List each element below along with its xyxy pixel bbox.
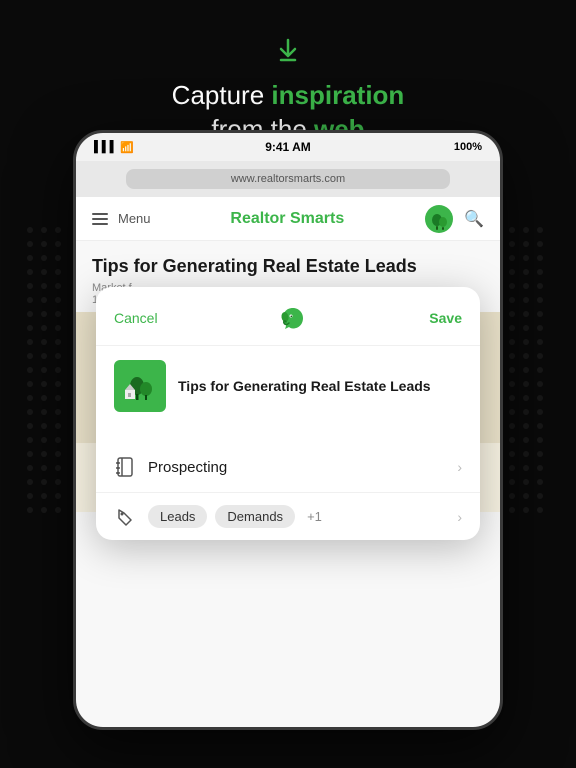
search-icon-nav[interactable]: 🔍	[464, 209, 484, 229]
notebook-svg-icon	[116, 457, 134, 477]
tags-extra-count: +1	[307, 509, 322, 524]
notebook-icon	[114, 456, 136, 478]
notebook-label: Prospecting	[148, 459, 457, 476]
headline-text-1: Capture	[172, 80, 272, 110]
evernote-icon	[276, 301, 310, 335]
tag-icon	[114, 506, 136, 528]
tag-leads: Leads	[148, 505, 207, 528]
site-menu-button[interactable]: Menu	[92, 211, 151, 226]
article-title: Tips for Generating Real Estate Leads	[92, 255, 484, 278]
clip-thumb-icon	[120, 366, 160, 406]
clip-thumbnail	[114, 360, 166, 412]
dialog-body: Tips for Generating Real Estate Leads	[96, 346, 480, 442]
url-bar[interactable]: www.realtorsmarts.com	[126, 169, 450, 189]
site-title: Realtor Smarts	[230, 210, 344, 228]
website-content: Menu Realtor Smarts 🔍	[76, 197, 500, 727]
battery-area: 100%	[454, 141, 482, 153]
notebook-row[interactable]: Prospecting ›	[96, 442, 480, 493]
tags-chevron-icon: ›	[457, 509, 462, 525]
url-text: www.realtorsmarts.com	[231, 173, 345, 185]
left-dots-decoration	[22, 220, 72, 520]
signal-wifi-area: ▌▌▌ 📶	[94, 141, 134, 154]
tags-list: Leads Demands +1	[148, 505, 457, 528]
hamburger-icon	[92, 213, 108, 225]
download-icon	[0, 36, 576, 71]
notebook-chevron-icon: ›	[457, 459, 462, 475]
tablet-frame: ▌▌▌ 📶 9:41 AM 100% www.realtorsmarts.com	[73, 130, 503, 730]
tag-svg-icon	[117, 508, 133, 526]
tablet-device: ▌▌▌ 📶 9:41 AM 100% www.realtorsmarts.com	[73, 130, 503, 730]
signal-icon: ▌▌▌	[94, 141, 117, 153]
site-logo-icon	[424, 204, 454, 234]
save-dialog: Cancel Save	[96, 287, 480, 540]
status-time: 9:41 AM	[265, 140, 311, 154]
wifi-icon: 📶	[120, 141, 134, 154]
browser-bar: www.realtorsmarts.com	[76, 161, 500, 197]
site-nav: Menu Realtor Smarts 🔍	[76, 197, 500, 241]
clip-title: Tips for Generating Real Estate Leads	[178, 377, 431, 395]
headline-highlight-1: inspiration	[271, 80, 404, 110]
right-dots-decoration	[504, 220, 554, 520]
tags-row[interactable]: Leads Demands +1 ›	[96, 493, 480, 540]
save-button[interactable]: Save	[429, 310, 462, 326]
cancel-button[interactable]: Cancel	[114, 310, 158, 326]
battery-label: 100%	[454, 141, 482, 153]
menu-label: Menu	[118, 211, 151, 226]
site-nav-right: 🔍	[424, 204, 484, 234]
clip-preview: Tips for Generating Real Estate Leads	[114, 360, 462, 412]
dialog-header: Cancel Save	[96, 287, 480, 346]
tag-demands: Demands	[215, 505, 295, 528]
status-bar: ▌▌▌ 📶 9:41 AM 100%	[76, 133, 500, 161]
